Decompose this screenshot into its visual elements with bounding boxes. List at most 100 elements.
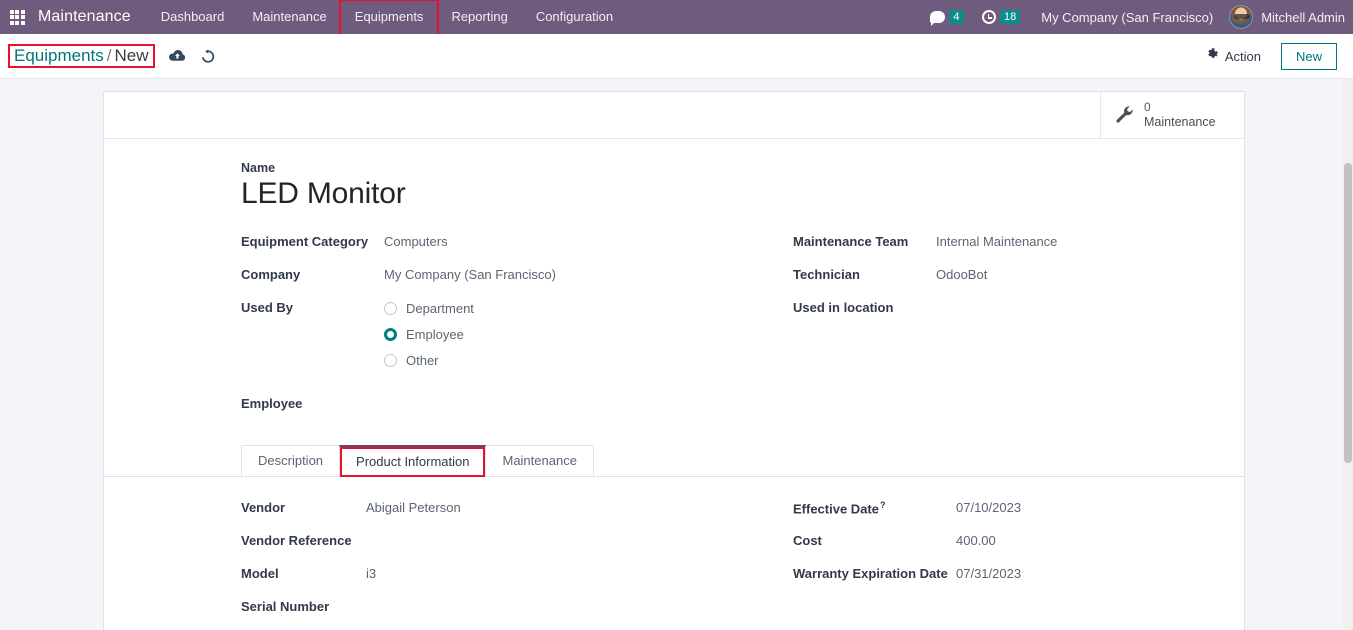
menu-item-dashboard[interactable]: Dashboard bbox=[147, 0, 239, 34]
record-title-block: Name LED Monitor bbox=[104, 161, 1244, 213]
action-button-label: Action bbox=[1225, 49, 1261, 64]
field-employee: Employee bbox=[104, 368, 1244, 427]
scrollbar-thumb[interactable] bbox=[1344, 163, 1352, 463]
sheet-body: Name LED Monitor Equipment Category Comp… bbox=[104, 139, 1244, 629]
company-switcher[interactable]: My Company (San Francisco) bbox=[1029, 10, 1225, 25]
main-left-column: Equipment Category Computers Company My … bbox=[241, 231, 793, 368]
notebook: Description Product Information Maintena… bbox=[104, 446, 1244, 629]
cloud-upload-icon[interactable] bbox=[169, 49, 186, 63]
field-vendor: Vendor Abigail Peterson bbox=[241, 497, 793, 530]
radio-icon-employee[interactable] bbox=[384, 328, 397, 341]
field-model: Model i3 bbox=[241, 563, 793, 596]
page-area: 0 Maintenance Name LED Monitor Equipment… bbox=[0, 79, 1353, 630]
menu-item-equipments[interactable]: Equipments bbox=[341, 0, 438, 34]
field-used-by: Used By Department Employee bbox=[241, 297, 793, 368]
radio-label-department: Department bbox=[406, 301, 474, 316]
field-warranty-expiration-date: Warranty Expiration Date 07/31/2023 bbox=[793, 563, 1244, 596]
control-panel-actions: Action New bbox=[1196, 43, 1337, 70]
stat-button-text: 0 Maintenance bbox=[1144, 100, 1216, 130]
model-label: Model bbox=[241, 565, 366, 581]
tab-product-information[interactable]: Product Information bbox=[339, 445, 486, 476]
vendor-label: Vendor bbox=[241, 499, 366, 515]
activities-counter[interactable]: 18 bbox=[973, 10, 1029, 24]
main-fields-grid: Equipment Category Computers Company My … bbox=[104, 219, 1244, 368]
new-button[interactable]: New bbox=[1281, 43, 1337, 70]
help-tooltip-icon[interactable]: ? bbox=[880, 500, 886, 510]
employee-field-row: Employee bbox=[241, 394, 1244, 427]
warranty-expiration-date-value[interactable]: 07/31/2023 bbox=[956, 565, 1021, 581]
breadcrumb: Equipments/New bbox=[8, 44, 155, 68]
user-menu[interactable]: Mitchell Admin bbox=[1225, 5, 1353, 29]
product-info-left-column: Vendor Abigail Peterson Vendor Reference… bbox=[241, 497, 793, 629]
field-used-in-location: Used in location bbox=[793, 297, 1244, 330]
page-title[interactable]: LED Monitor bbox=[241, 176, 1244, 213]
field-vendor-reference: Vendor Reference bbox=[241, 530, 793, 563]
field-equipment-category: Equipment Category Computers bbox=[241, 231, 793, 264]
used-by-label: Used By bbox=[241, 299, 384, 315]
company-value[interactable]: My Company (San Francisco) bbox=[384, 266, 556, 282]
breadcrumb-wrapper: Equipments/New bbox=[8, 44, 216, 68]
company-label: Company bbox=[241, 266, 384, 282]
technician-label: Technician bbox=[793, 266, 936, 282]
stat-button-label: Maintenance bbox=[1144, 115, 1216, 130]
main-menu: Dashboard Maintenance Equipments Reporti… bbox=[147, 0, 627, 34]
warranty-expiration-date-label: Warranty Expiration Date bbox=[793, 565, 956, 581]
tab-maintenance[interactable]: Maintenance bbox=[485, 445, 593, 476]
tab-pane-product-information: Vendor Abigail Peterson Vendor Reference… bbox=[104, 477, 1244, 629]
breadcrumb-parent-equipments[interactable]: Equipments bbox=[14, 46, 104, 65]
radio-label-other: Other bbox=[406, 353, 439, 368]
undo-icon[interactable] bbox=[200, 49, 216, 64]
vendor-value[interactable]: Abigail Peterson bbox=[366, 499, 461, 515]
effective-date-label-text: Effective Date bbox=[793, 501, 879, 516]
menu-item-configuration[interactable]: Configuration bbox=[522, 0, 627, 34]
radio-option-other[interactable]: Other bbox=[384, 353, 474, 368]
radio-label-employee: Employee bbox=[406, 327, 464, 342]
field-serial-number: Serial Number bbox=[241, 596, 793, 629]
radio-icon-department[interactable] bbox=[384, 302, 397, 315]
cost-label: Cost bbox=[793, 532, 956, 548]
messages-badge: 4 bbox=[949, 10, 964, 24]
field-maintenance-team: Maintenance Team Internal Maintenance bbox=[793, 231, 1244, 264]
employee-label: Employee bbox=[241, 396, 384, 411]
apps-grid-icon[interactable] bbox=[0, 0, 34, 34]
radio-option-employee[interactable]: Employee bbox=[384, 327, 474, 342]
field-company: Company My Company (San Francisco) bbox=[241, 264, 793, 297]
technician-value[interactable]: OdooBot bbox=[936, 266, 987, 282]
cost-value[interactable]: 400.00 bbox=[956, 532, 996, 548]
speech-bubble-icon bbox=[930, 11, 945, 23]
serial-number-label: Serial Number bbox=[241, 598, 366, 614]
stat-button-maintenance[interactable]: 0 Maintenance bbox=[1100, 92, 1244, 138]
field-cost: Cost 400.00 bbox=[793, 530, 1244, 563]
used-by-radio-group: Department Employee Other bbox=[384, 299, 474, 368]
messages-counter[interactable]: 4 bbox=[921, 10, 973, 24]
gear-icon bbox=[1206, 48, 1219, 64]
activities-badge: 18 bbox=[1000, 10, 1020, 24]
effective-date-value[interactable]: 07/10/2023 bbox=[956, 499, 1021, 515]
radio-icon-other[interactable] bbox=[384, 354, 397, 367]
model-value[interactable]: i3 bbox=[366, 565, 376, 581]
app-brand-name[interactable]: Maintenance bbox=[34, 8, 147, 26]
product-info-right-column: Effective Date? 07/10/2023 Cost 400.00 W… bbox=[793, 497, 1244, 629]
effective-date-label: Effective Date? bbox=[793, 499, 956, 516]
navbar-right-group: 4 18 My Company (San Francisco) Mitchell… bbox=[921, 0, 1353, 34]
wrench-icon bbox=[1115, 105, 1135, 125]
vertical-scrollbar[interactable] bbox=[1343, 79, 1353, 630]
main-right-column: Maintenance Team Internal Maintenance Te… bbox=[793, 231, 1244, 368]
used-in-location-label: Used in location bbox=[793, 299, 936, 315]
breadcrumb-separator: / bbox=[107, 46, 112, 65]
clock-icon bbox=[982, 10, 996, 24]
avatar bbox=[1229, 5, 1253, 29]
control-panel: Equipments/New Action New bbox=[0, 34, 1353, 79]
breadcrumb-current-new: New bbox=[115, 46, 149, 65]
maintenance-team-value[interactable]: Internal Maintenance bbox=[936, 233, 1057, 249]
tab-description[interactable]: Description bbox=[241, 445, 340, 476]
vendor-reference-label: Vendor Reference bbox=[241, 532, 366, 548]
radio-option-department[interactable]: Department bbox=[384, 301, 474, 316]
field-effective-date: Effective Date? 07/10/2023 bbox=[793, 497, 1244, 530]
top-navbar: Maintenance Dashboard Maintenance Equipm… bbox=[0, 0, 1353, 34]
action-button[interactable]: Action bbox=[1196, 44, 1271, 68]
menu-item-reporting[interactable]: Reporting bbox=[437, 0, 521, 34]
menu-item-maintenance[interactable]: Maintenance bbox=[238, 0, 340, 34]
equipment-category-value[interactable]: Computers bbox=[384, 233, 448, 249]
stat-button-value: 0 bbox=[1144, 100, 1216, 115]
